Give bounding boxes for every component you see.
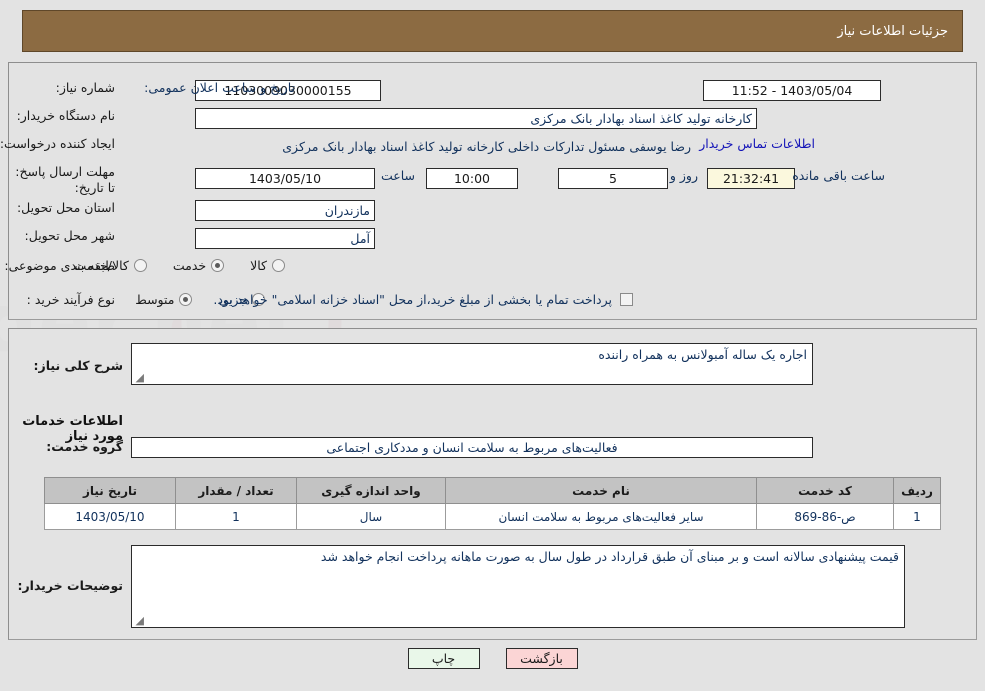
countdown-wrap: 21:32:41 <box>707 168 795 189</box>
back-button[interactable]: بازگشت <box>505 648 578 669</box>
category-option-khedmat[interactable]: خدمت <box>172 258 225 273</box>
province-label-wrap: استان محل تحویل: <box>17 200 115 215</box>
purchase-type-label: نوع فرآیند خرید : <box>26 292 115 307</box>
requester-field-wrap: رضا یوسفی مسئول تدارکات داخلی کارخانه تو… <box>195 136 695 157</box>
table-header-row: ردیف کد خدمت نام خدمت واحد اندازه گیری ت… <box>44 477 941 504</box>
buyer-comments-label-wrap: توضیحات خریدار: <box>17 578 123 593</box>
purchase-type-option-motavaset[interactable]: متوسط <box>135 292 193 307</box>
announce-datetime-field-wrap: 1403/05/04 - 11:52 <box>703 80 881 101</box>
service-group-field-wrap: فعالیت‌های مربوط به سلامت انسان و مددکار… <box>131 437 813 458</box>
announce-datetime-field[interactable]: 1403/05/04 - 11:52 <box>703 80 881 101</box>
treasury-note-text: پرداخت تمام یا بخشی از مبلغ خرید،از محل … <box>213 292 612 307</box>
cell-row-no: 1 <box>893 503 941 530</box>
category-radio-group: کالا خدمت کالا/خدمت <box>48 258 285 273</box>
category-option-kala[interactable]: کالا <box>250 258 285 273</box>
deadline-days-wrap: 5 <box>558 168 668 189</box>
requester-field[interactable]: رضا یوسفی مسئول تدارکات داخلی کارخانه تو… <box>195 136 695 157</box>
category-option-kala-khedmat-label: کالا/خدمت <box>74 258 129 273</box>
treasury-note-wrap: پرداخت تمام یا بخشی از مبلغ خرید،از محل … <box>213 292 633 307</box>
cell-service-code: ص-86-869 <box>756 503 894 530</box>
announce-datetime-label: تاریخ و ساعت اعلان عمومی: <box>144 80 295 95</box>
th-unit: واحد اندازه گیری <box>296 477 446 504</box>
services-table: ردیف کد خدمت نام خدمت واحد اندازه گیری ت… <box>44 477 941 530</box>
cell-unit: سال <box>296 503 446 530</box>
buyer-contact-link[interactable]: اطلاعات تماس خریدار <box>699 136 815 151</box>
page-title: جزئیات اطلاعات نیاز <box>837 23 948 39</box>
requester-label-wrap: ایجاد کننده درخواست: <box>0 136 115 151</box>
countdown-unit-label: ساعت باقی مانده <box>792 168 885 183</box>
cell-service-name: سایر فعالیت‌های مربوط به سلامت انسان <box>445 503 757 530</box>
requester-label: ایجاد کننده درخواست: <box>0 136 115 151</box>
need-summary-label: شرح کلی نیاز: <box>33 358 123 373</box>
radio-icon[interactable] <box>133 259 147 272</box>
radio-icon[interactable] <box>272 259 285 272</box>
countdown-unit-wrap: ساعت باقی مانده <box>787 168 890 183</box>
cell-quantity: 1 <box>175 503 297 530</box>
deadline-hour-field[interactable]: 10:00 <box>426 168 518 189</box>
buyer-comments-label: توضیحات خریدار: <box>17 578 123 593</box>
buyer-org-field[interactable]: کارخانه تولید کاغذ اسناد بهادار بانک مرک… <box>195 108 757 129</box>
buyer-contact-link-wrap: اطلاعات تماس خریدار <box>699 136 815 151</box>
service-group-label-wrap: گروه خدمت: <box>46 439 123 454</box>
purchase-type-label-wrap: نوع فرآیند خرید : <box>27 292 115 307</box>
buyer-org-label-wrap: نام دستگاه خریدار: <box>17 108 115 123</box>
action-button-row: بازگشت چاپ <box>0 648 985 669</box>
city-field-wrap: آمل <box>195 228 375 249</box>
category-option-khedmat-label: خدمت <box>172 258 207 273</box>
city-label: شهر محل تحویل: <box>24 228 115 243</box>
deadline-hour-label: ساعت <box>380 168 415 183</box>
radio-icon[interactable] <box>179 293 193 306</box>
need-number-label-wrap: شماره نیاز: <box>56 80 115 95</box>
need-summary-value: اجاره یک ساله آمبولانس به همراه راننده <box>598 347 807 362</box>
announce-datetime-label-wrap: تاریخ و ساعت اعلان عمومی: <box>144 80 295 95</box>
deadline-days-unit-wrap: روز و <box>665 168 703 183</box>
category-option-kala-label: کالا <box>250 258 267 273</box>
need-number-label: شماره نیاز: <box>55 80 115 95</box>
province-label: استان محل تحویل: <box>16 200 115 215</box>
deadline-hour-label-wrap: ساعت <box>376 168 420 183</box>
buyer-org-field-wrap: کارخانه تولید کاغذ اسناد بهادار بانک مرک… <box>195 108 757 129</box>
th-need-date: تاریخ نیاز <box>44 477 176 504</box>
need-summary-textarea[interactable]: اجاره یک ساله آمبولانس به همراه راننده ◢ <box>131 343 813 385</box>
province-field-wrap: مازندران <box>195 200 375 221</box>
need-details-page: AriaTender.net جزئیات اطلاعات نیاز شماره… <box>0 0 985 691</box>
th-quantity: تعداد / مقدار <box>175 477 297 504</box>
buyer-comments-textarea[interactable]: قیمت پیشنهادی سالانه است و بر مبنای آن ط… <box>131 545 905 628</box>
deadline-hour-wrap: 10:00 <box>426 168 518 189</box>
countdown-timer: 21:32:41 <box>707 168 795 189</box>
print-button[interactable]: چاپ <box>407 648 480 669</box>
service-group-field[interactable]: فعالیت‌های مربوط به سلامت انسان و مددکار… <box>131 437 813 458</box>
category-option-kala-khedmat[interactable]: کالا/خدمت <box>74 258 147 273</box>
deadline-date-field[interactable]: 1403/05/10 <box>195 168 375 189</box>
page-header-bar: جزئیات اطلاعات نیاز <box>22 10 963 52</box>
treasury-checkbox[interactable] <box>620 293 633 306</box>
deadline-label-wrap: مهلت ارسال پاسخ: تا تاریخ: <box>15 164 115 196</box>
resize-grip-icon[interactable]: ◢ <box>134 372 144 383</box>
city-label-wrap: شهر محل تحویل: <box>25 228 115 243</box>
buyer-comments-value: قیمت پیشنهادی سالانه است و بر مبنای آن ط… <box>320 549 899 564</box>
service-group-label: گروه خدمت: <box>46 439 123 454</box>
radio-icon[interactable] <box>211 259 225 272</box>
need-summary-label-wrap: شرح کلی نیاز: <box>34 358 123 373</box>
province-field[interactable]: مازندران <box>195 200 375 221</box>
resize-grip-icon[interactable]: ◢ <box>134 615 144 626</box>
deadline-days-field[interactable]: 5 <box>558 168 668 189</box>
th-row-no: ردیف <box>893 477 941 504</box>
buyer-org-label: نام دستگاه خریدار: <box>16 108 115 123</box>
deadline-date-wrap: 1403/05/10 <box>195 168 375 189</box>
city-field[interactable]: آمل <box>195 228 375 249</box>
cell-need-date: 1403/05/10 <box>44 503 176 530</box>
deadline-label: مهلت ارسال پاسخ: تا تاریخ: <box>15 164 115 195</box>
deadline-days-unit: روز و <box>669 168 698 183</box>
table-row[interactable]: 1 ص-86-869 سایر فعالیت‌های مربوط به سلام… <box>44 503 941 530</box>
purchase-type-option-motavaset-label: متوسط <box>135 292 175 307</box>
th-service-code: کد خدمت <box>756 477 894 504</box>
th-service-name: نام خدمت <box>445 477 757 504</box>
